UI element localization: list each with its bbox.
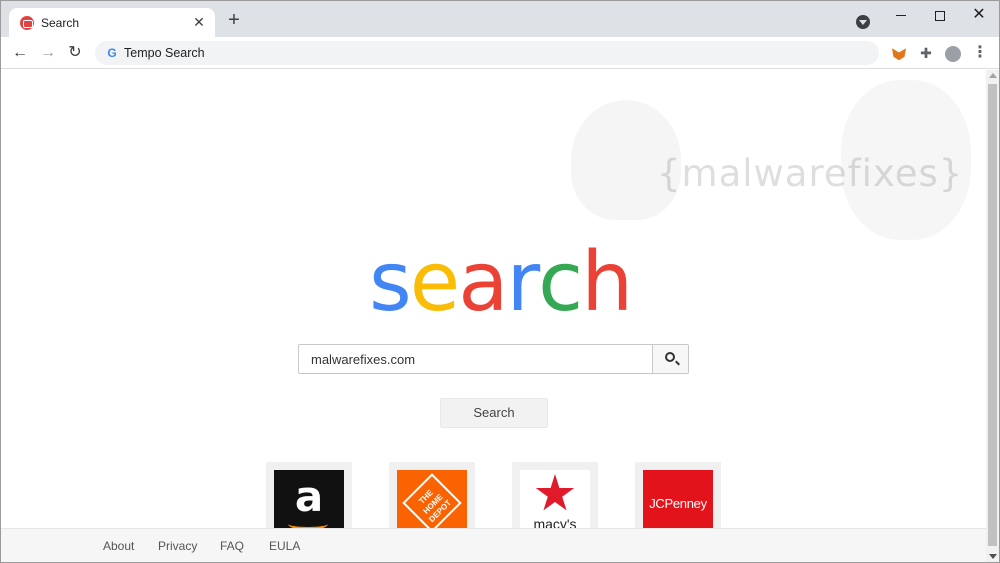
address-text: Tempo Search <box>124 46 205 60</box>
tile-macys[interactable]: macy's <box>512 462 598 538</box>
footer-link-about[interactable]: About <box>103 539 134 553</box>
watermark: {malwarefixes} <box>541 80 981 250</box>
search-form <box>298 344 689 374</box>
back-arrow-icon[interactable]: ← <box>9 42 31 64</box>
metamask-fox-icon[interactable] <box>889 43 909 63</box>
logo-letter-0: s <box>369 235 412 330</box>
tab-search-dropdown-icon[interactable] <box>856 15 870 29</box>
search-input[interactable] <box>299 345 652 373</box>
google-g-icon: G <box>107 46 117 60</box>
scrollbar-thumb[interactable] <box>988 84 997 546</box>
extensions-puzzle-icon[interactable]: ✚ <box>916 43 936 63</box>
forward-arrow-icon[interactable]: → <box>37 42 59 64</box>
footer-link-eula[interactable]: EULA <box>269 539 300 553</box>
kebab-menu-icon[interactable]: ⋮ <box>970 43 990 63</box>
footer-link-privacy[interactable]: Privacy <box>158 539 197 553</box>
amazon-logo-letter: a <box>294 472 324 521</box>
minimize-button[interactable] <box>881 1 921 29</box>
scroll-up-arrow-icon[interactable] <box>989 73 997 78</box>
footer: About Privacy FAQ EULA <box>1 528 986 562</box>
browser-toolbar: ← → ↻ G Tempo Search ✚ ⋮ <box>1 37 999 69</box>
address-bar[interactable]: G Tempo Search <box>95 41 879 65</box>
scroll-down-arrow-icon[interactable] <box>989 554 997 559</box>
tab-search[interactable]: Search ✕ <box>9 8 215 37</box>
new-tab-button[interactable]: + <box>223 10 245 32</box>
search-button[interactable]: Search <box>440 398 548 428</box>
tile-amazon[interactable]: a <box>266 462 352 538</box>
minimize-icon <box>896 15 906 17</box>
maximize-icon <box>935 10 945 21</box>
vertical-scrollbar[interactable] <box>986 70 999 562</box>
logo-letter-5: h <box>581 235 633 330</box>
reload-icon[interactable]: ↻ <box>64 42 86 64</box>
logo-letter-4: c <box>538 235 583 330</box>
logo-letter-1: e <box>409 235 460 330</box>
logo-letter-3: r <box>506 235 540 330</box>
tab-close-icon[interactable]: ✕ <box>191 14 207 30</box>
footer-link-faq[interactable]: FAQ <box>220 539 244 553</box>
search-icon <box>665 352 675 362</box>
tile-home-depot[interactable]: THE HOME DEPOT <box>389 462 475 538</box>
page-content: {malwarefixes} search Search a THE HOME … <box>1 70 986 562</box>
tile-jcpenney[interactable]: JCPenney <box>635 462 721 538</box>
home-depot-logo-text: THE HOME DEPOT <box>402 473 462 533</box>
close-window-button[interactable]: ✕ <box>959 1 999 29</box>
tab-title: Search <box>41 16 80 30</box>
maximize-button[interactable] <box>920 1 960 29</box>
tab-favicon-icon <box>20 16 34 30</box>
watermark-text: {malwarefixes} <box>657 152 964 195</box>
search-logo: search <box>369 235 633 330</box>
logo-letter-2: a <box>458 235 508 330</box>
tab-strip: Search ✕ + ✕ <box>1 1 999 37</box>
search-submit-button[interactable] <box>652 345 688 373</box>
profile-avatar-icon[interactable] <box>943 43 963 63</box>
macys-star-icon <box>535 474 575 511</box>
browser-window: Search ✕ + ✕ ← → ↻ G Tempo Search ✚ ⋮ {m… <box>0 0 1000 563</box>
